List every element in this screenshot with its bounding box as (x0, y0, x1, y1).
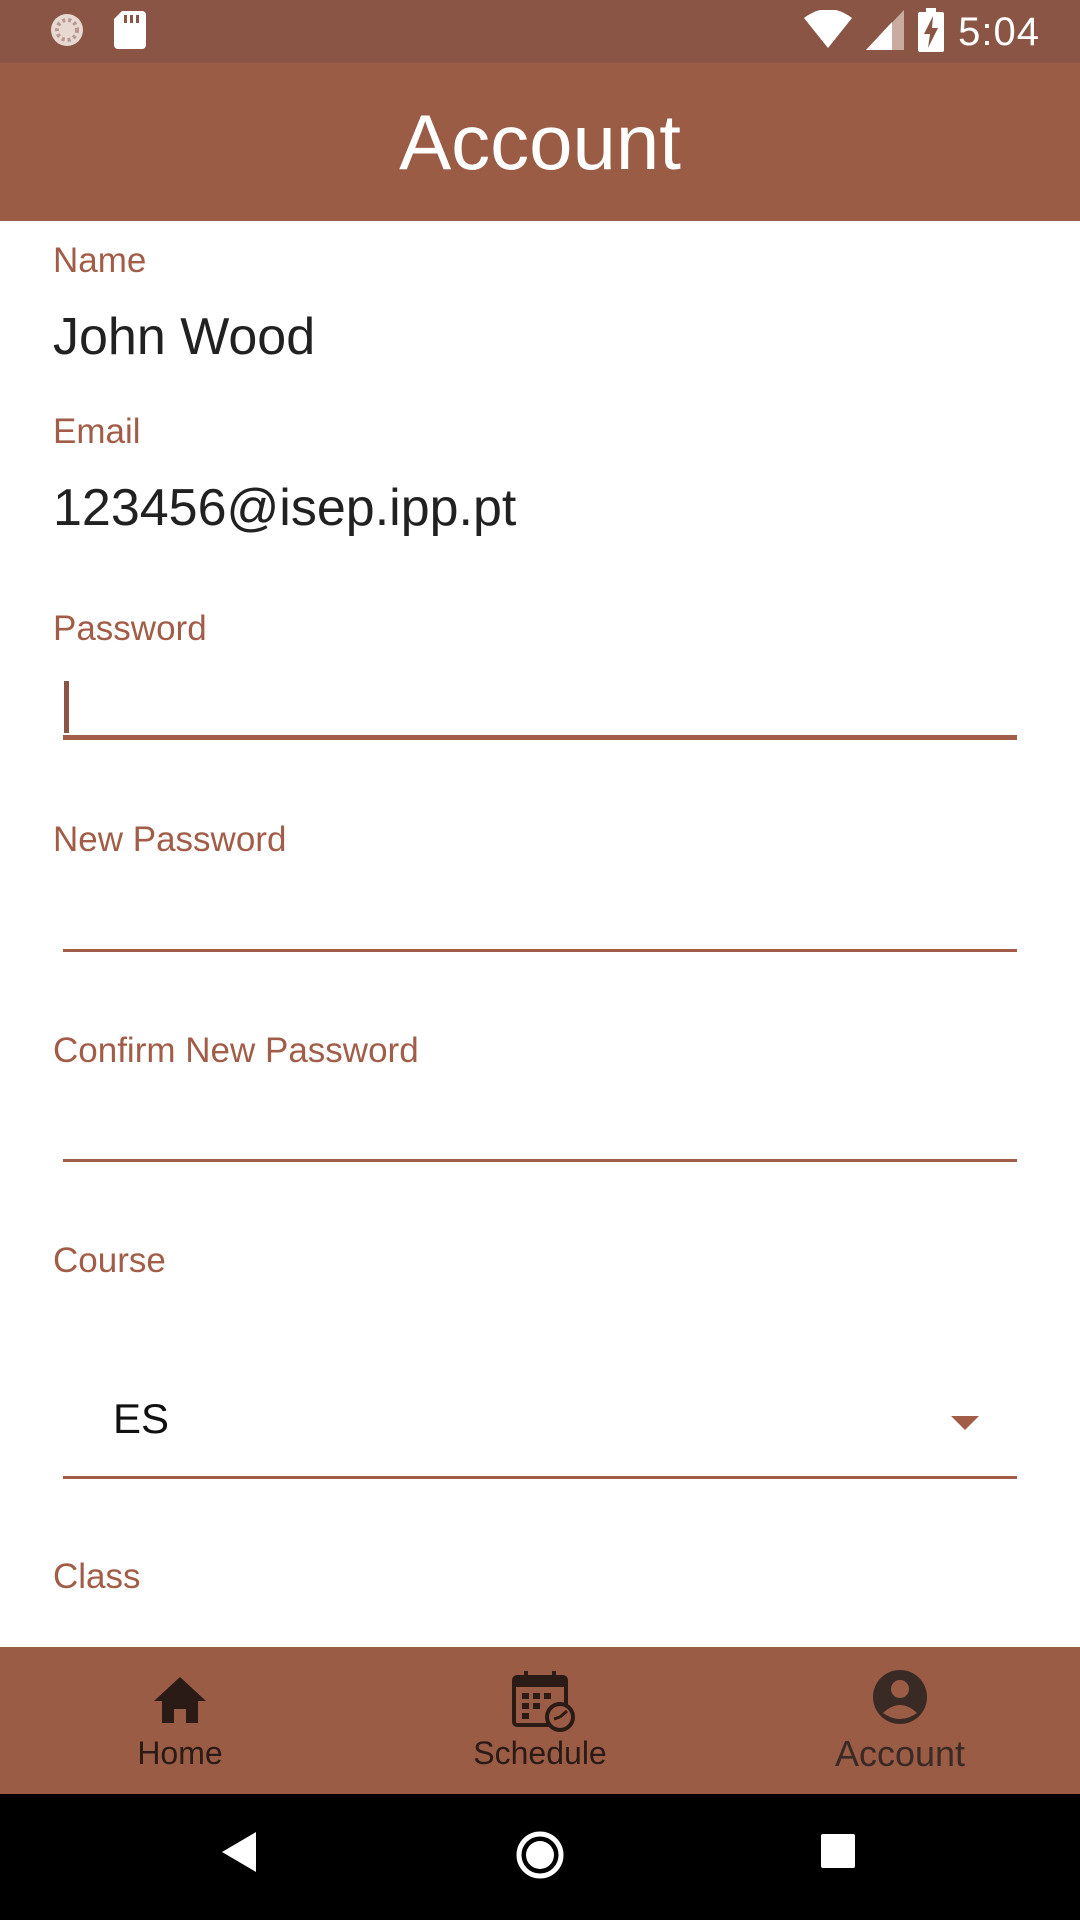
nav-item-account[interactable]: Account (720, 1647, 1080, 1794)
text-cursor (64, 681, 69, 733)
home-icon (150, 1669, 210, 1729)
status-time: 5:04 (958, 9, 1040, 54)
app-bar: Account (0, 63, 1080, 221)
confirm-password-field[interactable] (63, 1092, 1017, 1162)
nav-item-home[interactable]: Home (0, 1647, 360, 1794)
status-bar: 5:04 (0, 0, 1080, 63)
account-form: Name John Wood Email 123456@isep.ipp.pt … (0, 221, 1080, 1647)
home-button-icon[interactable] (515, 1830, 565, 1885)
new-password-field[interactable] (63, 882, 1017, 952)
schedule-icon (510, 1669, 575, 1732)
nav-item-schedule[interactable]: Schedule (360, 1647, 720, 1794)
nav-label-schedule: Schedule (473, 1735, 607, 1771)
dropdown-arrow-icon (951, 1416, 979, 1430)
password-label: Password (53, 609, 207, 648)
recents-icon[interactable] (821, 1834, 855, 1873)
class-label: Class (53, 1557, 141, 1596)
email-label: Email (53, 412, 141, 451)
name-value: John Wood (53, 308, 316, 366)
sd-card-icon (114, 10, 146, 54)
confirm-password-label: Confirm New Password (53, 1031, 419, 1070)
password-field[interactable] (63, 670, 1017, 740)
nav-label-home: Home (137, 1735, 223, 1771)
back-icon[interactable] (222, 1832, 256, 1877)
bottom-navigation: Home Schedule Account (0, 1647, 1080, 1794)
name-label: Name (53, 241, 147, 280)
signal-icon (866, 9, 905, 55)
page-title: Account (399, 97, 681, 186)
new-password-label: New Password (53, 820, 287, 859)
email-value: 123456@isep.ipp.pt (53, 479, 517, 537)
course-select[interactable]: ES (63, 1361, 1017, 1479)
account-icon (870, 1667, 930, 1727)
battery-charging-icon (918, 7, 945, 57)
system-navigation-bar (0, 1794, 1080, 1920)
nav-label-account: Account (834, 1732, 966, 1774)
course-label: Course (53, 1241, 166, 1280)
course-selected-value: ES (113, 1395, 170, 1442)
sync-icon (48, 11, 86, 54)
wifi-icon (804, 8, 853, 55)
